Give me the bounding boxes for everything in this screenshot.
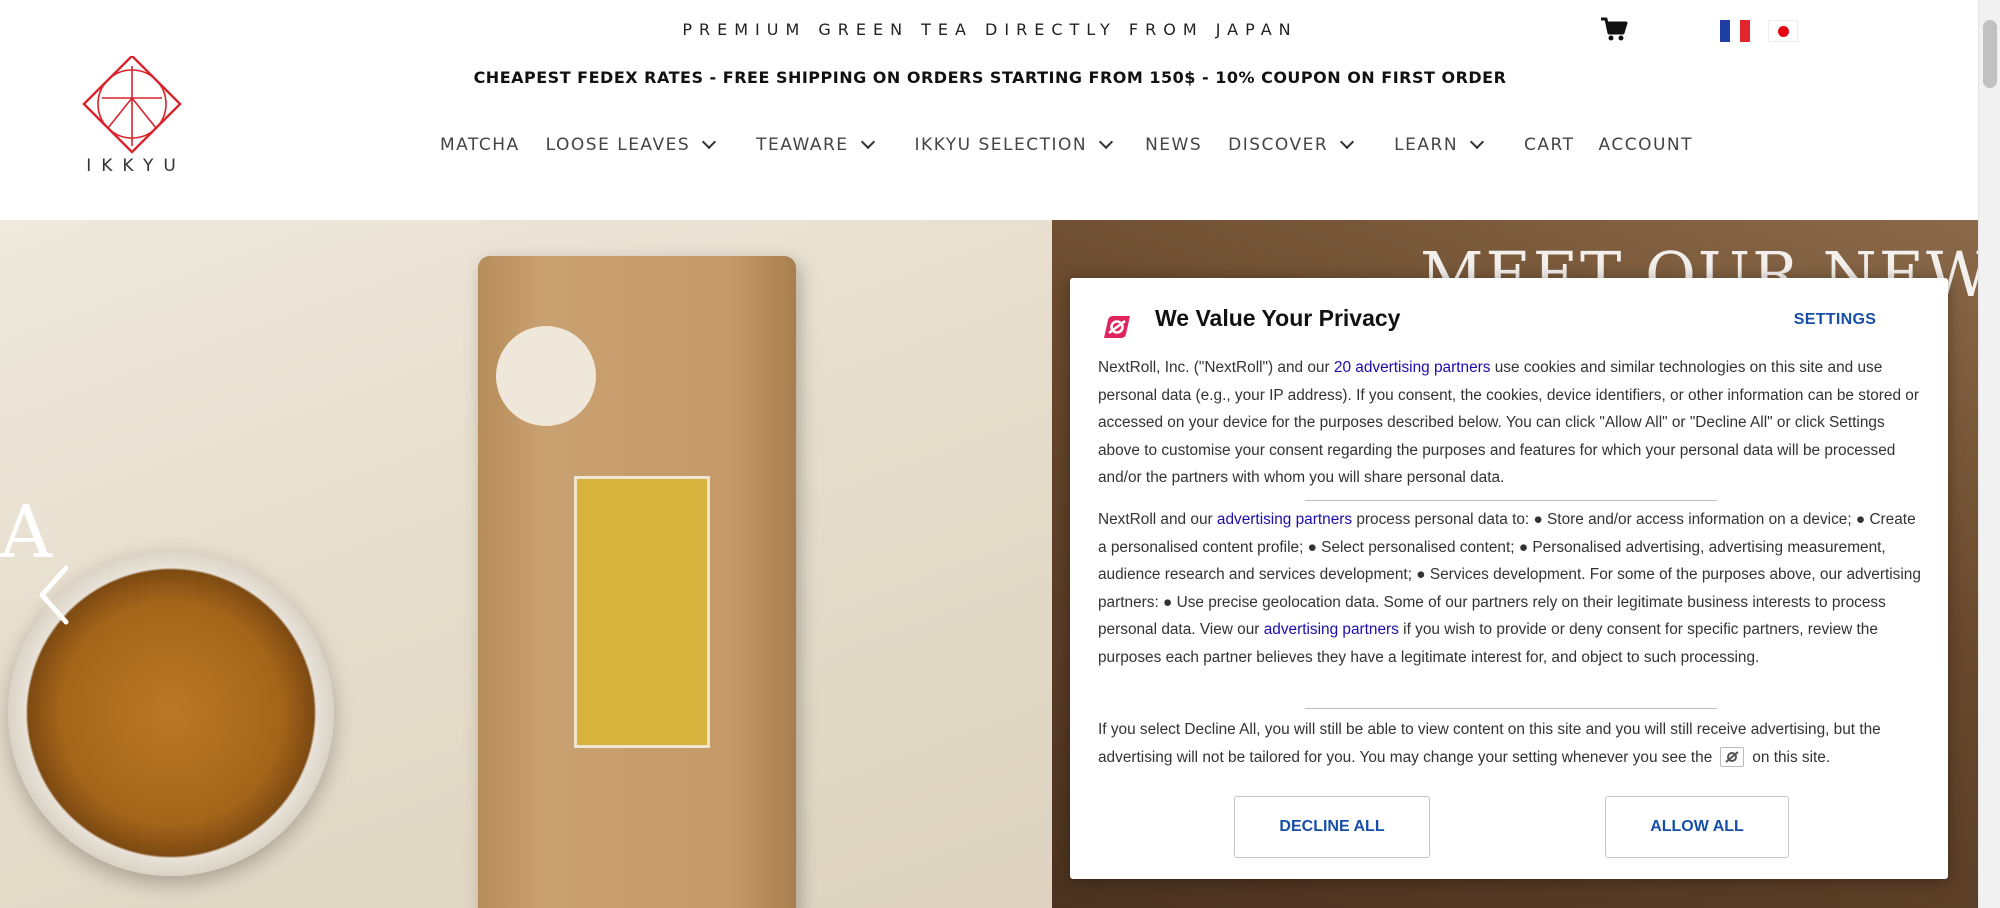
settings-button[interactable]: SETTINGS [1770, 311, 1900, 329]
divider [1305, 500, 1717, 501]
shipping-banner: CHEAPEST FEDEX RATES - FREE SHIPPING ON … [473, 68, 1507, 87]
chevron-down-icon [860, 134, 875, 150]
advertising-partners-link[interactable]: advertising partners [1264, 621, 1399, 638]
divider [1305, 708, 1717, 709]
page-scrollbar[interactable] [1978, 0, 2000, 908]
main-nav: MATCHA LOOSE LEAVES TEAWARE IKKYU SELECT… [440, 130, 1693, 160]
decline-all-button[interactable]: DECLINE ALL [1234, 796, 1430, 858]
nav-loose-leaves[interactable]: LOOSE LEAVES [546, 134, 717, 155]
hero-slide-left: A [0, 220, 1052, 908]
advertising-partners-link[interactable]: advertising partners [1217, 511, 1352, 528]
logo-wordmark: IKKYU [86, 156, 186, 176]
advertising-partners-link[interactable]: 20 advertising partners [1334, 359, 1491, 376]
nav-matcha[interactable]: MATCHA [440, 135, 520, 155]
nav-learn[interactable]: LEARN [1394, 134, 1485, 155]
tea-bag-image [478, 256, 796, 908]
allow-all-button[interactable]: ALLOW ALL [1605, 796, 1789, 858]
tea-label-image [574, 476, 710, 748]
nextroll-settings-icon[interactable] [1720, 747, 1745, 768]
chevron-down-icon [1099, 134, 1114, 150]
chevron-down-icon [1340, 134, 1355, 150]
privacy-paragraph-3: If you select Decline All, you will stil… [1098, 721, 1881, 768]
scrollbar-thumb[interactable] [1983, 20, 1997, 88]
chevron-left-icon[interactable] [36, 560, 76, 630]
privacy-paragraph-1: NextRoll, Inc. ("NextRoll") and our 20 a… [1098, 359, 1919, 486]
chevron-down-icon [1469, 134, 1485, 150]
nav-cart[interactable]: CART [1524, 135, 1574, 155]
japanese-flag-icon[interactable] [1768, 20, 1798, 42]
privacy-consent-dialog: We Value Your Privacy SETTINGS NextRoll,… [1070, 278, 1948, 879]
french-flag-icon[interactable] [1720, 20, 1750, 42]
organic-seal-image [496, 326, 596, 426]
nav-ikkyu-selection[interactable]: IKKYU SELECTION [915, 134, 1114, 155]
nextroll-logo-icon [1104, 316, 1130, 338]
nav-discover[interactable]: DISCOVER [1228, 134, 1355, 155]
privacy-paragraph-2: NextRoll and our advertising partners pr… [1098, 511, 1921, 666]
shopping-cart-icon[interactable] [1600, 16, 1628, 42]
nav-teaware[interactable]: TEAWARE [756, 134, 875, 155]
nav-news[interactable]: NEWS [1145, 135, 1202, 155]
tagline: PREMIUM GREEN TEA DIRECTLY FROM JAPAN [682, 20, 1298, 39]
chevron-down-icon [702, 134, 717, 150]
privacy-title: We Value Your Privacy [1155, 305, 1401, 331]
nav-account[interactable]: ACCOUNT [1599, 135, 1694, 155]
